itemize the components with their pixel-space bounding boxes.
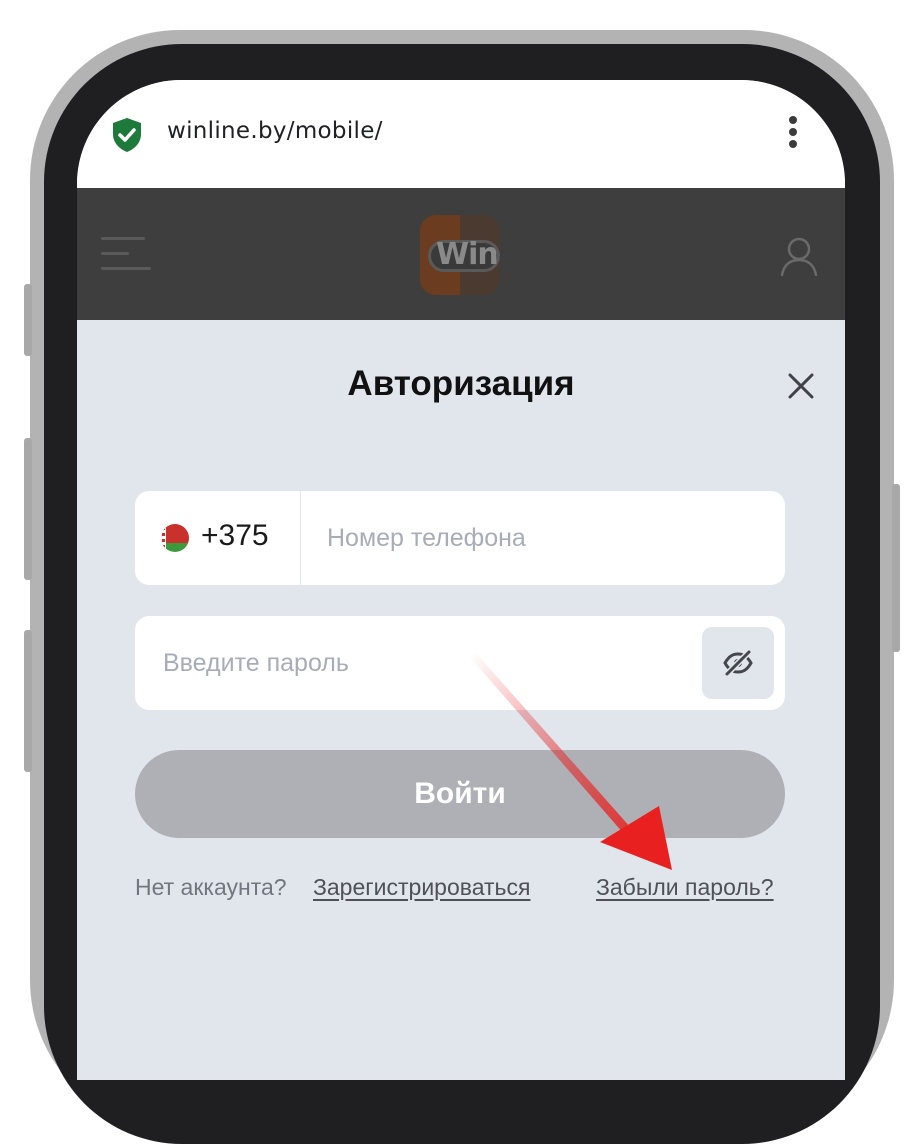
shield-check-icon <box>113 118 141 152</box>
country-code-text: +375 <box>201 519 269 552</box>
no-account-text: Нет аккаунта? <box>135 874 287 900</box>
phone-side-button <box>24 438 32 580</box>
eye-off-icon <box>723 649 753 677</box>
logo-text: Win <box>436 237 499 272</box>
phone-side-button <box>24 630 32 772</box>
user-icon[interactable] <box>779 236 819 276</box>
register-link[interactable]: Зарегистрироваться <box>313 874 530 901</box>
phone-number-input[interactable] <box>325 491 765 585</box>
phone-field: +375 <box>135 491 785 585</box>
hamburger-icon[interactable] <box>101 237 153 271</box>
browser-url-text[interactable]: winline.by/mobile/ <box>167 118 383 144</box>
country-code-selector[interactable]: +375 <box>135 491 301 585</box>
modal-title: Авторизация <box>347 364 575 403</box>
phone-side-button <box>24 284 32 356</box>
password-input[interactable] <box>161 616 681 710</box>
password-visibility-toggle[interactable] <box>702 627 774 699</box>
belarus-flag-icon <box>161 524 189 552</box>
password-field <box>135 616 785 710</box>
site-logo[interactable]: Win <box>420 215 500 295</box>
forgot-password-link[interactable]: Забыли пароль? <box>596 874 774 901</box>
browser-url-bar[interactable]: winline.by/mobile/ <box>77 80 845 188</box>
close-icon[interactable] <box>785 370 817 402</box>
phone-side-button <box>892 484 900 652</box>
auth-footer: Нет аккаунта? Зарегистрироваться Забыли … <box>135 874 795 906</box>
login-button[interactable]: Войти <box>135 750 785 838</box>
vertical-dots-icon[interactable] <box>783 116 803 156</box>
site-header: Win <box>77 188 845 320</box>
phone-screen: winline.by/mobile/ Win Авторизация +375 … <box>77 80 845 1080</box>
